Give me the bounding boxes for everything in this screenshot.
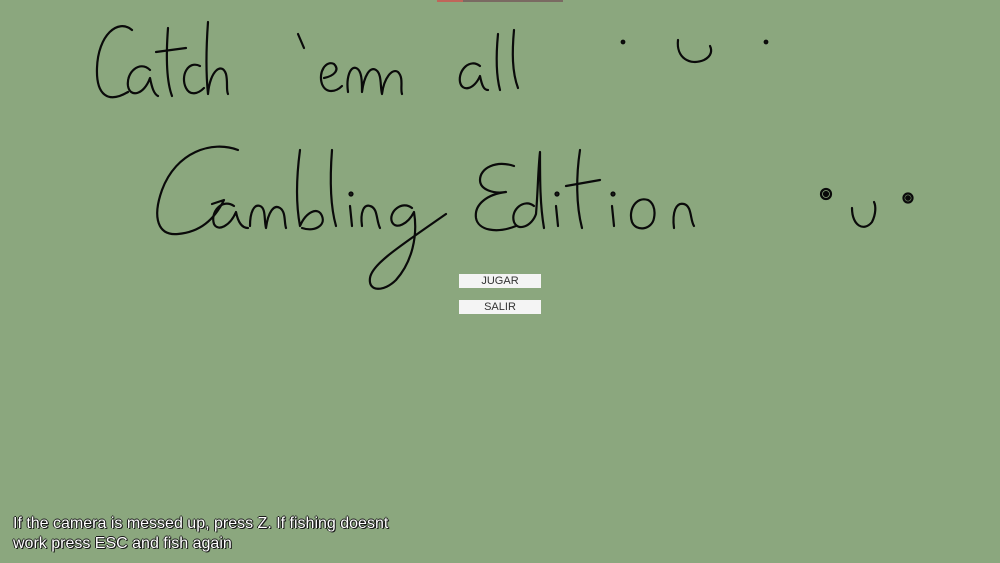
- controls-hint-text: If the camera is messed up, press Z. If …: [13, 515, 389, 552]
- title-line-catch-em-all: [95, 20, 520, 99]
- face-large-decoration: [819, 187, 914, 228]
- title-line-gambling-edition: [156, 145, 696, 290]
- face-small-decoration: [620, 38, 769, 64]
- handwritten-title-logo: [95, 20, 914, 290]
- play-button[interactable]: JUGAR: [459, 274, 541, 288]
- quit-button[interactable]: SALIR: [459, 300, 541, 314]
